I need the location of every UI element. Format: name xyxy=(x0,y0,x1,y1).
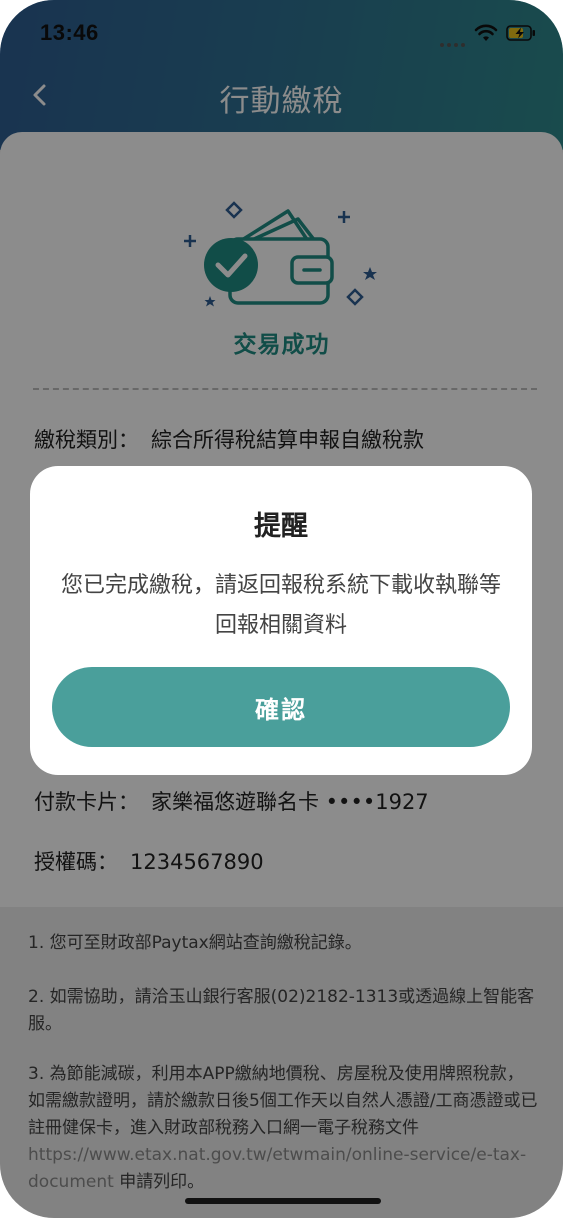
dialog-title: 提醒 xyxy=(254,511,308,542)
reminder-dialog: 提醒 您已完成繳稅，請返回報稅系統下載收執聯等回報相關資料 確認 xyxy=(30,466,532,775)
dialog-message: 您已完成繳稅，請返回報稅系統下載收執聯等回報相關資料 xyxy=(60,573,501,638)
home-indicator[interactable] xyxy=(185,1198,381,1204)
confirm-button[interactable]: 確認 xyxy=(52,667,510,747)
phone-screen: 13:46 行動繳稅 交易成功 繳稅類別： 綜合所得稅結算申報自繳稅款 付款卡片… xyxy=(0,0,563,1218)
